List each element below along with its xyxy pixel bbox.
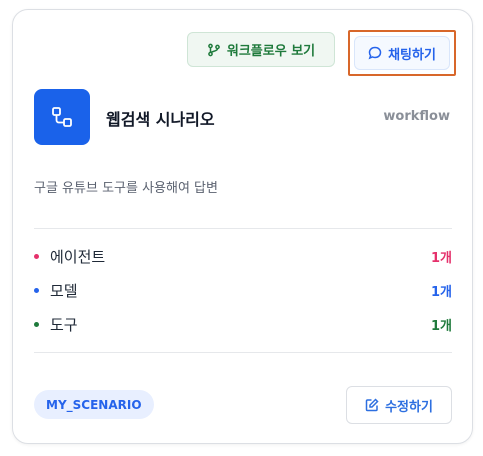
stat-row-agents: 에이전트 1개 <box>34 244 452 268</box>
tools-count: 1개 <box>430 318 452 334</box>
tools-label: 도구 <box>50 315 78 334</box>
divider-top <box>34 228 452 229</box>
chat-button-highlight[interactable]: 채팅하기 <box>348 30 456 76</box>
models-dot <box>34 287 39 293</box>
scenario-badge: MY_SCENARIO <box>34 390 154 419</box>
scenario-type-tag: workflow <box>383 109 450 124</box>
chat-button[interactable]: 채팅하기 <box>354 36 450 70</box>
models-count: 1개 <box>430 284 452 300</box>
scenario-description: 구글 유튜브 도구를 사용해여 답변 <box>34 181 218 196</box>
edit-button[interactable]: 수정하기 <box>346 386 452 424</box>
workflow-nodes-icon <box>34 89 90 145</box>
models-label: 모델 <box>50 281 78 300</box>
agents-count: 1개 <box>430 250 452 266</box>
chat-bubble-icon <box>368 46 382 60</box>
scenario-title: 웹검색 시나리오 <box>106 110 215 129</box>
agents-dot <box>34 253 39 259</box>
divider-bottom <box>34 352 452 353</box>
chat-button-label: 채팅하기 <box>388 47 436 63</box>
edit-button-label: 수정하기 <box>385 399 433 415</box>
agents-label: 에이전트 <box>50 247 106 266</box>
stat-row-tools: 도구 1개 <box>34 312 452 336</box>
view-workflow-button[interactable]: 워크플로우 보기 <box>187 32 335 67</box>
view-workflow-label: 워크플로우 보기 <box>226 44 316 59</box>
stat-row-models: 모델 1개 <box>34 278 452 302</box>
git-branch-icon <box>207 43 221 57</box>
edit-icon <box>365 398 379 412</box>
scenario-card: 워크플로우 보기 채팅하기 웹검색 시나리오 workflow 구글 유튜브 도… <box>12 9 473 444</box>
tools-dot <box>34 321 39 327</box>
